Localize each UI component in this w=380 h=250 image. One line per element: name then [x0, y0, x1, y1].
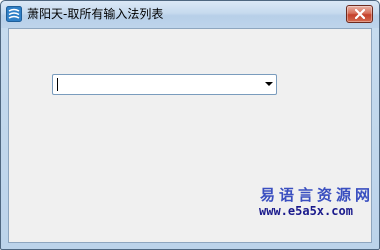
text-caret — [57, 78, 58, 91]
close-button[interactable] — [346, 5, 373, 23]
app-logo-icon — [6, 6, 22, 22]
input-method-combobox[interactable] — [52, 74, 277, 95]
app-window: 萧阳天-取所有输入法列表 易语言资源网 www.e5a5x.com — [0, 0, 380, 250]
watermark-url: www.e5a5x.com — [259, 204, 353, 218]
title-bar[interactable]: 萧阳天-取所有输入法列表 — [1, 1, 379, 28]
close-icon — [355, 9, 365, 19]
window-title: 萧阳天-取所有输入法列表 — [27, 7, 164, 21]
watermark-site-name: 易语言资源网 — [260, 186, 375, 204]
dropdown-arrow-icon[interactable] — [265, 82, 273, 86]
